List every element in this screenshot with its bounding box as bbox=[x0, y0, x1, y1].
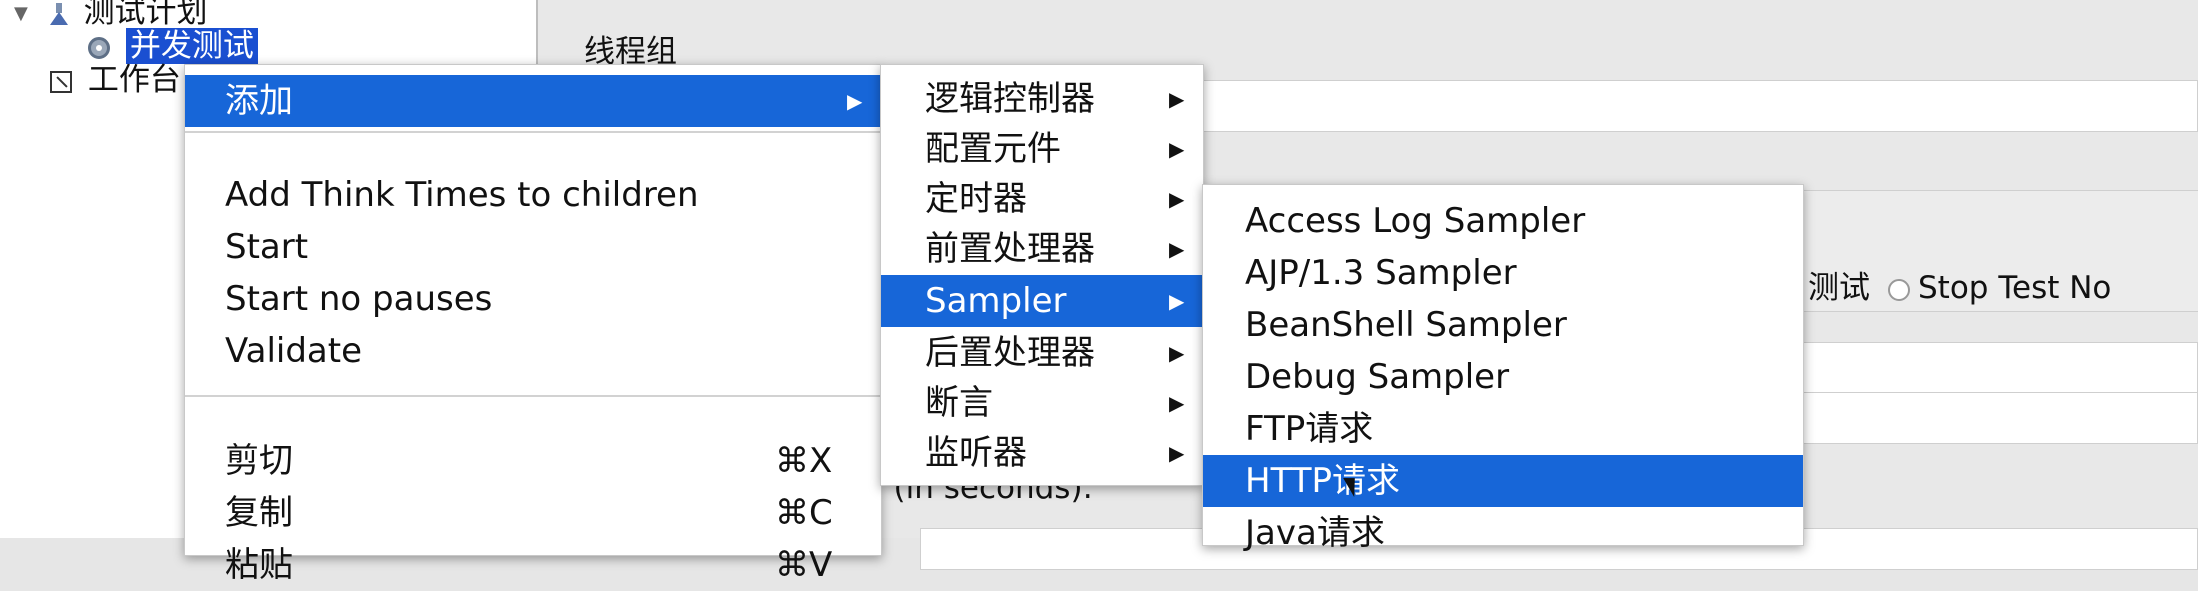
tree-item-label: 并发测试 bbox=[125, 28, 258, 64]
menu-item-label: FTP请求 bbox=[1245, 409, 1374, 449]
menu-item-label: 断言 bbox=[925, 383, 993, 423]
menu-item-label: 逻辑控制器 bbox=[925, 79, 1095, 119]
menu-item-label: 前置处理器 bbox=[925, 229, 1095, 269]
menu-item-label: Debug Sampler bbox=[1245, 357, 1510, 397]
tree-item-label: 测试计划 bbox=[83, 0, 208, 30]
submenu-arrow-icon: ▶ bbox=[1169, 391, 1185, 415]
tree-item-label: 工作台 bbox=[87, 62, 181, 98]
menu-item-label: AJP/1.3 Sampler bbox=[1245, 253, 1517, 293]
menu-item-label: 配置元件 bbox=[925, 129, 1061, 169]
sampler-submenu: Access Log Sampler AJP/1.3 Sampler BeanS… bbox=[1202, 184, 1804, 553]
menu-item-java-request[interactable]: Java请求 bbox=[1203, 507, 1803, 559]
stop-test-label: 测试 bbox=[1808, 270, 1870, 306]
menu-item-sampler[interactable]: Sampler ▶ bbox=[881, 275, 1203, 327]
menu-separator bbox=[185, 395, 881, 397]
add-submenu: 逻辑控制器 ▶ 配置元件 ▶ 定时器 ▶ 前置处理器 ▶ Sampler ▶ 后… bbox=[880, 64, 1204, 486]
submenu-arrow-icon: ▶ bbox=[847, 89, 863, 113]
menu-item-ajp-sampler[interactable]: AJP/1.3 Sampler bbox=[1203, 247, 1803, 299]
menu-item-debug-sampler[interactable]: Debug Sampler bbox=[1203, 351, 1803, 403]
menu-item-label: Java请求 bbox=[1245, 513, 1385, 553]
menu-item-ftp-request[interactable]: FTP请求 bbox=[1203, 403, 1803, 455]
menu-item-label: 定时器 bbox=[925, 179, 1027, 219]
menu-item-pre-processor[interactable]: 前置处理器 ▶ bbox=[881, 223, 1203, 275]
menu-item-label: Validate bbox=[225, 331, 363, 371]
shortcut-label: ⌘C bbox=[775, 493, 833, 533]
shortcut-label: ⌘V bbox=[775, 545, 833, 585]
menu-item-add-think-times[interactable]: Add Think Times to children bbox=[185, 169, 881, 221]
submenu-arrow-icon: ▶ bbox=[1169, 237, 1185, 261]
menu-item-label: Add Think Times to children bbox=[225, 175, 699, 215]
menu-item-post-processor[interactable]: 后置处理器 ▶ bbox=[881, 327, 1203, 379]
menu-item-paste[interactable]: 粘贴 ⌘V bbox=[185, 539, 881, 591]
menu-item-label: HTTP请求 bbox=[1245, 461, 1401, 501]
shortcut-label: ⌘X bbox=[775, 441, 833, 481]
menu-item-label: 剪切 bbox=[225, 441, 293, 481]
menu-item-http-request[interactable]: HTTP请求 bbox=[1203, 455, 1803, 507]
submenu-arrow-icon: ▶ bbox=[1169, 441, 1185, 465]
menu-item-beanshell-sampler[interactable]: BeanShell Sampler bbox=[1203, 299, 1803, 351]
stop-test-now-radio[interactable] bbox=[1888, 278, 1910, 301]
tree-item-test-plan[interactable]: ▼ 测试计划 bbox=[14, 0, 208, 32]
menu-item-label: 后置处理器 bbox=[925, 333, 1095, 373]
workbench-icon bbox=[50, 70, 72, 93]
menu-item-label: Sampler bbox=[925, 281, 1067, 321]
tree-item-workbench[interactable]: 工作台 bbox=[50, 62, 181, 98]
menu-item-logic-controller[interactable]: 逻辑控制器 ▶ bbox=[881, 73, 1203, 125]
tree-item-thread-group[interactable]: 并发测试 bbox=[88, 28, 258, 64]
menu-item-start-no-pauses[interactable]: Start no pauses bbox=[185, 273, 881, 325]
submenu-arrow-icon: ▶ bbox=[1169, 341, 1185, 365]
menu-item-label: Start no pauses bbox=[225, 279, 493, 319]
menu-item-assertion[interactable]: 断言 ▶ bbox=[881, 377, 1203, 429]
menu-item-cut[interactable]: 剪切 ⌘X bbox=[185, 435, 881, 487]
test-plan-icon bbox=[49, 2, 68, 25]
menu-item-label: BeanShell Sampler bbox=[1245, 305, 1567, 345]
menu-item-label: 添加 bbox=[225, 81, 293, 121]
menu-item-validate[interactable]: Validate bbox=[185, 325, 881, 377]
submenu-arrow-icon: ▶ bbox=[1169, 87, 1185, 111]
menu-item-listener[interactable]: 监听器 ▶ bbox=[881, 427, 1203, 479]
menu-item-label: 复制 bbox=[225, 493, 293, 533]
menu-item-config-element[interactable]: 配置元件 ▶ bbox=[881, 123, 1203, 175]
stop-test-options: 测试 Stop Test No bbox=[1808, 262, 2111, 307]
menu-item-label: Access Log Sampler bbox=[1245, 201, 1586, 241]
menu-item-label: 监听器 bbox=[925, 433, 1027, 473]
submenu-arrow-icon: ▶ bbox=[1169, 137, 1185, 161]
submenu-arrow-icon: ▶ bbox=[1169, 289, 1185, 313]
menu-item-start[interactable]: Start bbox=[185, 221, 881, 273]
stop-test-now-label: Stop Test No bbox=[1918, 270, 2112, 306]
menu-item-copy[interactable]: 复制 ⌘C bbox=[185, 487, 881, 539]
thread-group-gear-icon bbox=[88, 36, 110, 59]
submenu-arrow-icon: ▶ bbox=[1169, 187, 1185, 211]
menu-item-label: 粘贴 bbox=[225, 545, 293, 585]
menu-item-label: Start bbox=[225, 227, 309, 267]
menu-item-access-log-sampler[interactable]: Access Log Sampler bbox=[1203, 195, 1803, 247]
menu-separator bbox=[185, 131, 881, 133]
expand-arrow-icon[interactable]: ▼ bbox=[14, 0, 28, 32]
menu-item-add[interactable]: 添加 ▶ bbox=[185, 75, 881, 127]
context-menu: 添加 ▶ Add Think Times to children Start S… bbox=[184, 64, 882, 585]
menu-item-timer[interactable]: 定时器 ▶ bbox=[881, 173, 1203, 225]
